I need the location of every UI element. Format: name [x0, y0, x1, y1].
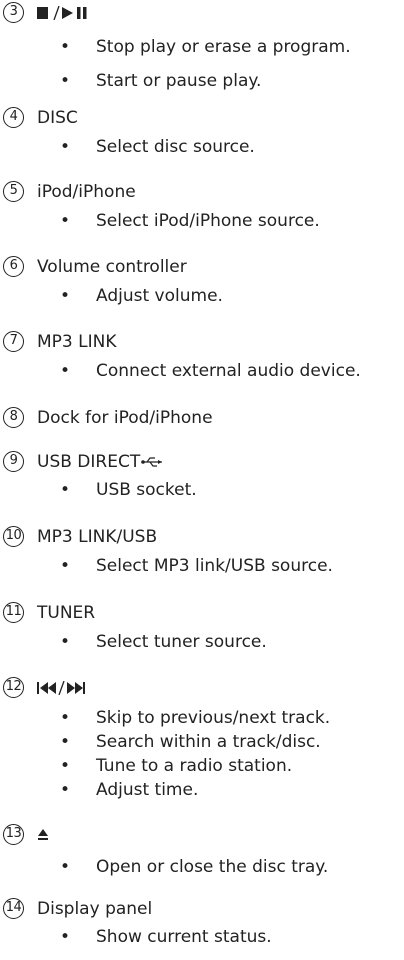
bullet-text: Connect external audio device.	[96, 361, 361, 381]
bullet-text: USB socket.	[96, 480, 197, 500]
bullet-text: Select MP3 link/USB source.	[96, 556, 333, 576]
bullet: •	[60, 137, 71, 157]
bullet-text: Tune to a radio station.	[96, 756, 293, 776]
bullet-text: Adjust time.	[96, 780, 199, 800]
item-heading: MP3 LINK/USB	[37, 527, 158, 547]
bullet: •	[60, 361, 71, 381]
item-heading: Dock for iPod/iPhone	[37, 408, 213, 428]
bullet-text: Start or pause play.	[96, 71, 262, 91]
bullet: •	[60, 37, 71, 57]
bullet: •	[60, 286, 71, 306]
bullet-text: Search within a track/disc.	[96, 732, 321, 752]
item-number: 7	[3, 331, 24, 352]
bullet: •	[60, 480, 71, 500]
item-heading: TUNER	[37, 603, 96, 623]
item-number: 10	[3, 526, 24, 547]
item-number: 14	[3, 898, 24, 919]
bullet: •	[60, 780, 71, 800]
item-heading: MP3 LINK	[37, 332, 117, 352]
item-number: 9	[3, 451, 24, 472]
bullet: •	[60, 211, 71, 231]
eject-icon	[38, 829, 48, 840]
stop-play-pause-icon	[37, 5, 87, 21]
item-number: 5	[3, 181, 24, 202]
bullet-text: Open or close the disc tray.	[96, 857, 329, 877]
item-heading: USB DIRECT	[37, 452, 163, 473]
item-number: 13	[3, 824, 24, 845]
bullet: •	[60, 632, 71, 652]
bullet: •	[60, 708, 71, 728]
item-number: 6	[3, 256, 24, 277]
item-heading: Volume controller	[37, 257, 187, 277]
item-number: 4	[3, 107, 24, 128]
bullet-text: Select tuner source.	[96, 632, 267, 652]
bullet-text: Adjust volume.	[96, 286, 223, 306]
item-heading	[37, 3, 95, 24]
item-heading: DISC	[37, 108, 78, 128]
bullet: •	[60, 927, 71, 947]
usb-icon	[141, 457, 163, 467]
previous-next-icon	[37, 680, 85, 696]
item-heading: iPod/iPhone	[37, 182, 136, 202]
item-heading	[37, 678, 91, 699]
item-number: 11	[3, 602, 24, 623]
bullet: •	[60, 732, 71, 752]
bullet-text: Skip to previous/next track.	[96, 708, 331, 728]
item-heading-text: USB DIRECT	[37, 452, 141, 472]
item-number: 3	[3, 2, 24, 23]
bullet: •	[60, 556, 71, 576]
bullet-text: Select disc source.	[96, 137, 255, 157]
bullet-text: Select iPod/iPhone source.	[96, 211, 320, 231]
item-heading	[37, 825, 49, 846]
bullet-text: Show current status.	[96, 927, 272, 947]
bullet: •	[60, 756, 71, 776]
item-number: 8	[3, 407, 24, 428]
bullet: •	[60, 71, 71, 91]
bullet-text: Stop play or erase a program.	[96, 37, 351, 57]
bullet: •	[60, 857, 71, 877]
item-heading: Display panel	[37, 899, 153, 919]
item-number: 12	[3, 677, 24, 698]
